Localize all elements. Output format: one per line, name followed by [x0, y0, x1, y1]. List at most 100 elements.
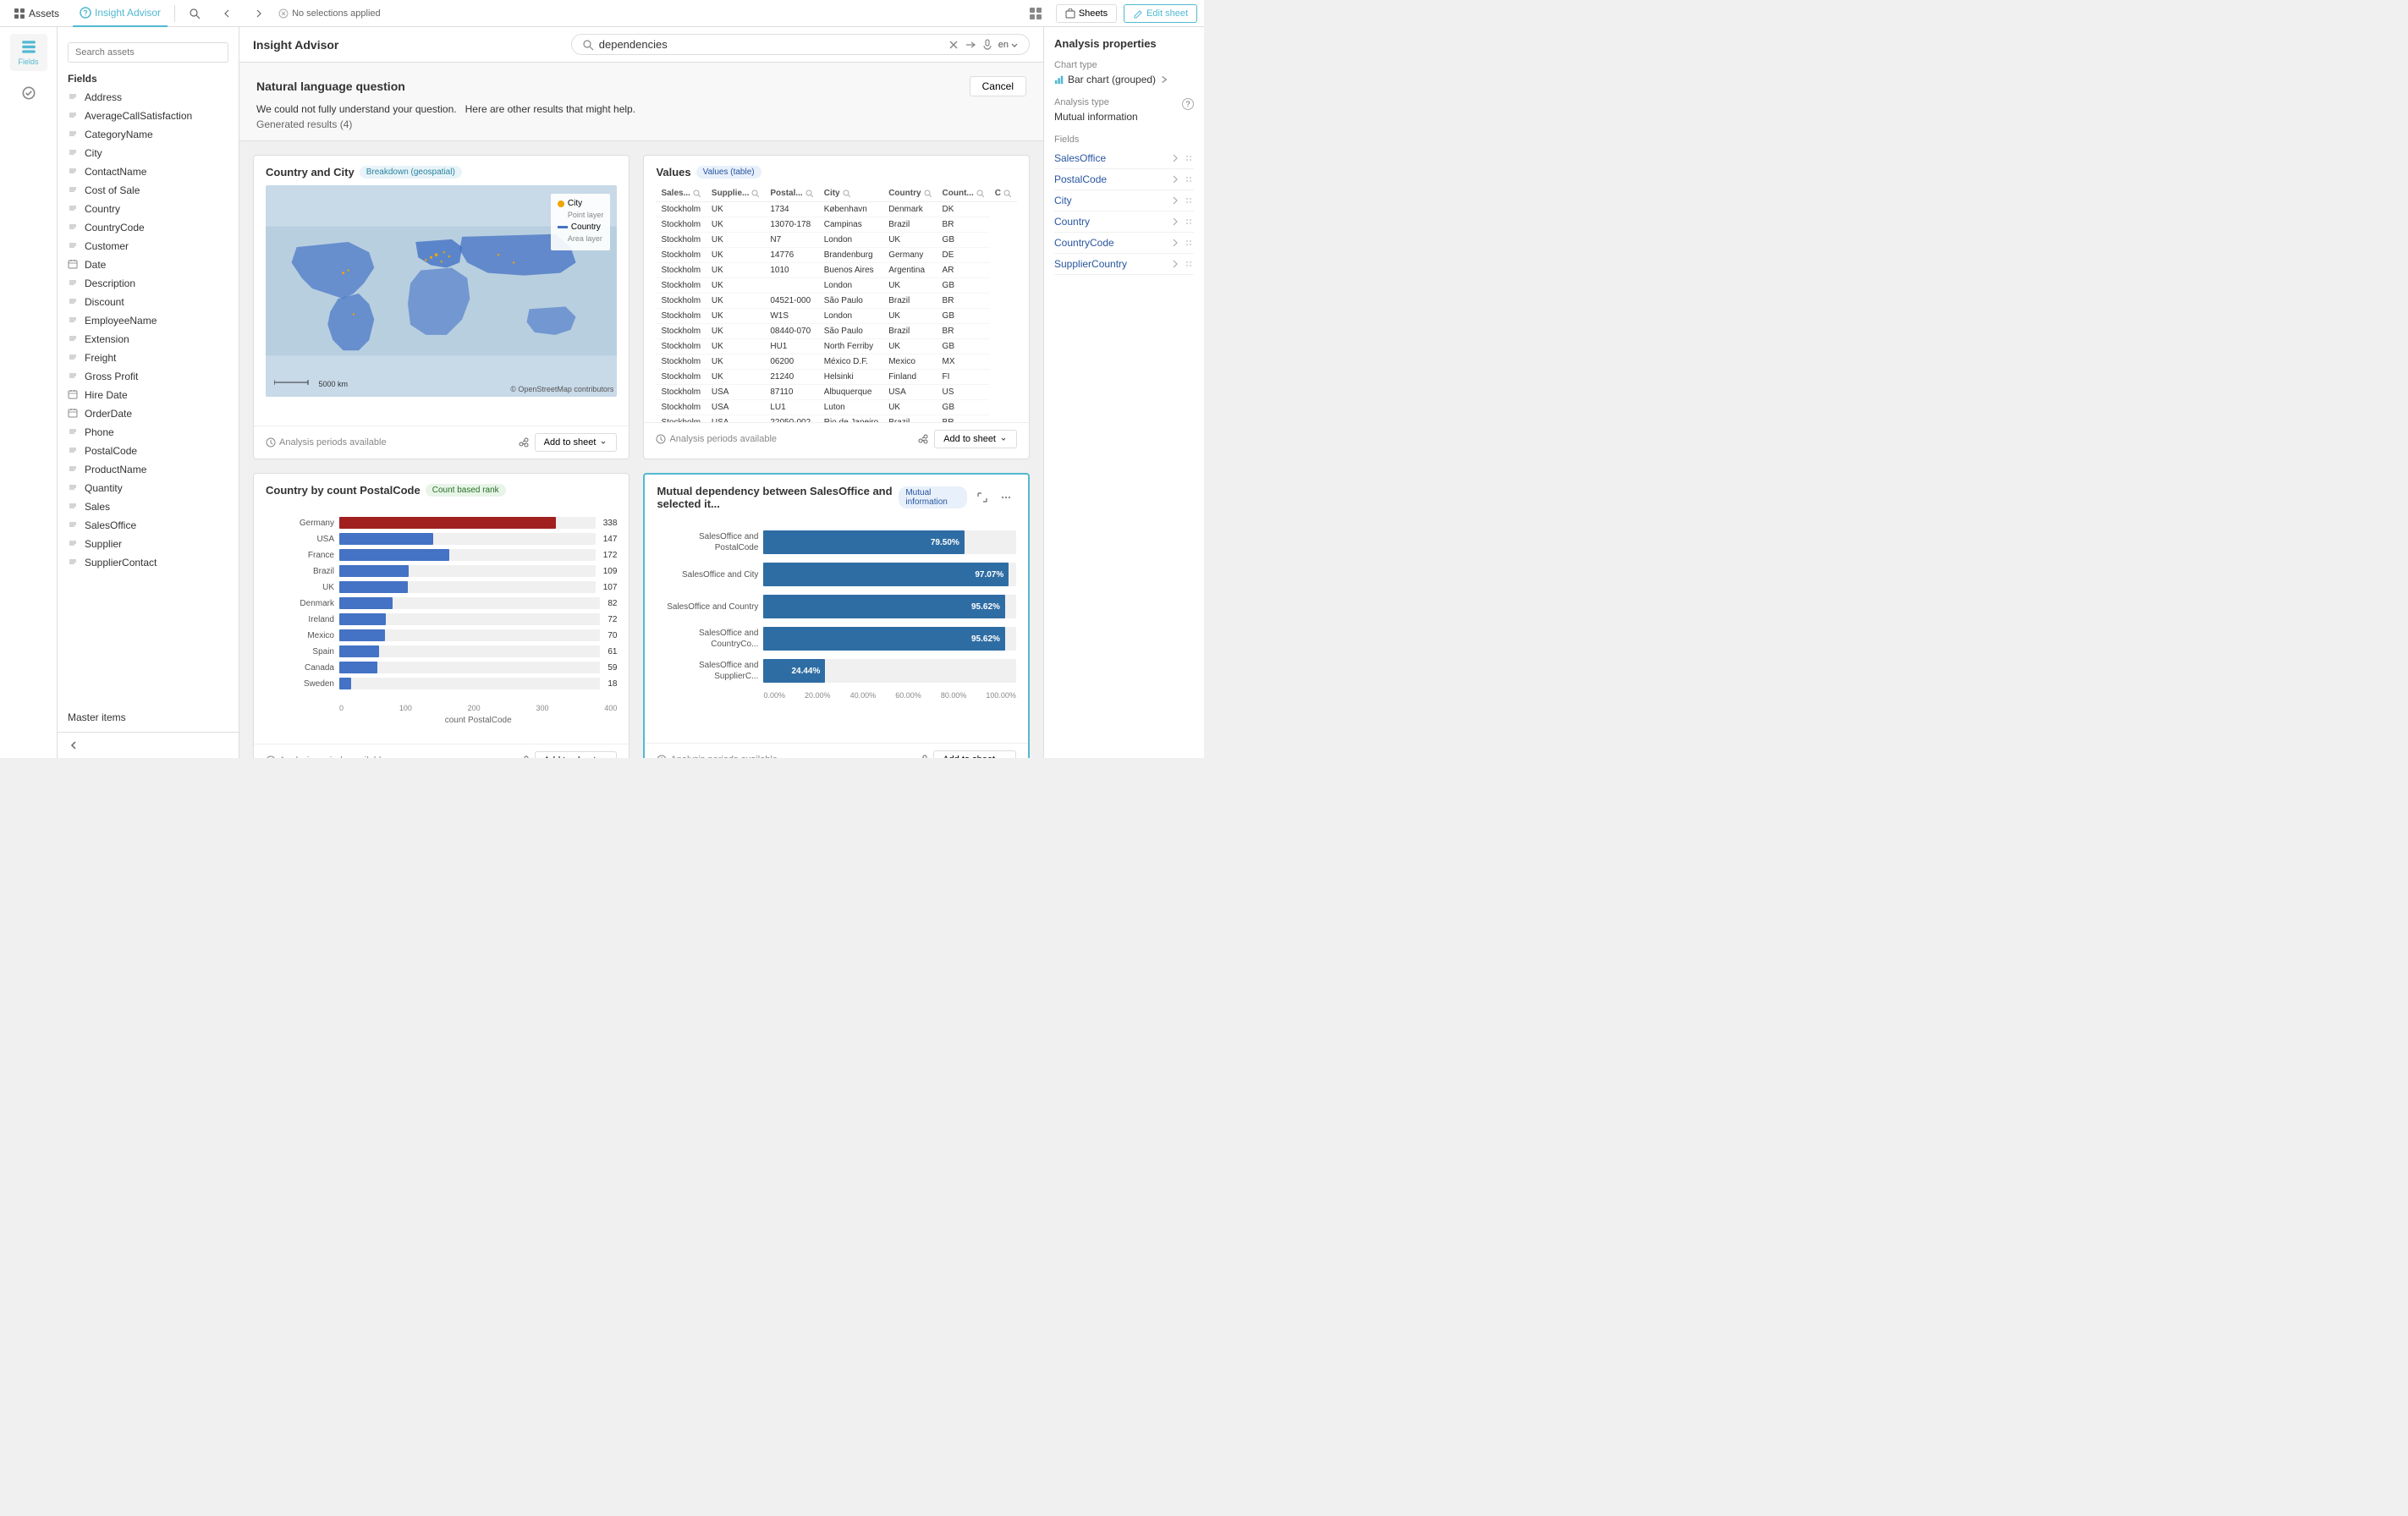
- field-item-extension[interactable]: Extension: [58, 330, 239, 349]
- field-item-supplier[interactable]: Supplier: [58, 535, 239, 553]
- field-item-address[interactable]: Address: [58, 88, 239, 107]
- table-cell: Stockholm: [656, 294, 706, 309]
- table-cell: UK: [706, 263, 765, 278]
- field-item-postalcode[interactable]: PostalCode: [58, 442, 239, 460]
- nav-forward[interactable]: [246, 0, 272, 27]
- help-icon[interactable]: ?: [1182, 98, 1194, 110]
- clear-icon[interactable]: [948, 39, 959, 51]
- drag-handle-icon[interactable]: [1184, 195, 1194, 206]
- chart3-add-to-sheet-btn[interactable]: Add to sheet: [535, 751, 618, 758]
- chart2-footer: Analysis periods available Add to sheet: [644, 422, 1029, 455]
- bar-track: [339, 662, 600, 673]
- chart1-analysis-periods: Analysis periods available: [266, 437, 387, 448]
- col-search-icon[interactable]: [693, 190, 701, 198]
- field-item-gross-profit[interactable]: Gross Profit: [58, 367, 239, 386]
- submit-icon[interactable]: [965, 39, 976, 51]
- search-assets-input[interactable]: [68, 42, 228, 63]
- field-item-description[interactable]: Description: [58, 274, 239, 293]
- chart2-add-to-sheet-btn[interactable]: Add to sheet: [934, 430, 1017, 448]
- field-item-discount[interactable]: Discount: [58, 293, 239, 311]
- field-item-city[interactable]: City: [58, 144, 239, 162]
- insight-advisor-nav[interactable]: Insight Advisor: [73, 0, 168, 27]
- chart3-share-icon[interactable]: [518, 755, 530, 758]
- col-header-4: Country: [883, 185, 937, 202]
- field-item-date[interactable]: Date: [58, 255, 239, 274]
- expand-icon[interactable]: [972, 487, 992, 508]
- rp-field-item-country[interactable]: Country: [1054, 211, 1194, 233]
- drag-handle-icon[interactable]: [1184, 153, 1194, 163]
- analysis-type-value: Mutual information: [1054, 111, 1194, 123]
- language-selector[interactable]: en: [998, 40, 1019, 50]
- field-item-country[interactable]: Country: [58, 200, 239, 218]
- fields-label: Fields: [1054, 135, 1194, 145]
- field-item-sales[interactable]: Sales: [58, 497, 239, 516]
- table-row: StockholmUK04521-000São PauloBrazilBR: [656, 294, 1017, 309]
- field-item-employeename[interactable]: EmployeeName: [58, 311, 239, 330]
- grid-view-btn[interactable]: [1022, 0, 1049, 27]
- table-row: StockholmUSALU1LutonUKGB: [656, 400, 1017, 415]
- insight-header: Insight Advisor dependencies en: [239, 27, 1043, 63]
- collapse-panel-btn[interactable]: [58, 732, 239, 758]
- field-item-contactname[interactable]: ContactName: [58, 162, 239, 181]
- field-item-countrycode[interactable]: CountryCode: [58, 218, 239, 237]
- sidebar-fields-icon[interactable]: Fields: [10, 34, 47, 71]
- edit-sheet-btn[interactable]: Edit sheet: [1124, 4, 1197, 23]
- col-search-icon[interactable]: [751, 190, 760, 198]
- drag-handle-icon[interactable]: [1184, 217, 1194, 227]
- field-text-icon: [68, 184, 80, 196]
- chart1-share-icon[interactable]: [518, 437, 530, 448]
- master-items-link[interactable]: Master items: [58, 703, 239, 732]
- col-search-icon[interactable]: [924, 190, 932, 198]
- field-item-hire-date[interactable]: Hire Date: [58, 386, 239, 404]
- field-item-suppliercontact[interactable]: SupplierContact: [58, 553, 239, 572]
- col-search-icon[interactable]: [1003, 190, 1012, 198]
- chart1-add-to-sheet-btn[interactable]: Add to sheet: [535, 433, 618, 452]
- rp-field-item-salesoffice[interactable]: SalesOffice: [1054, 148, 1194, 169]
- sheets-btn[interactable]: Sheets: [1056, 4, 1117, 23]
- col-search-icon[interactable]: [843, 190, 851, 198]
- main-content: Insight Advisor dependencies en N: [239, 27, 1043, 758]
- field-item-customer[interactable]: Customer: [58, 237, 239, 255]
- mic-icon[interactable]: [981, 39, 993, 51]
- bar-track: [339, 549, 596, 561]
- field-item-quantity[interactable]: Quantity: [58, 479, 239, 497]
- mi-chart: SalesOffice and PostalCode 79.50% SalesO…: [657, 524, 1016, 683]
- mi-row: SalesOffice and CountryCo... 95.62%: [657, 627, 1016, 651]
- table-cell: USA: [706, 415, 765, 423]
- chart-type-value[interactable]: Bar chart (grouped): [1054, 74, 1194, 85]
- chart4-add-to-sheet-btn[interactable]: Add to sheet: [933, 750, 1016, 758]
- table-cell: [765, 278, 818, 294]
- field-item-salesoffice[interactable]: SalesOffice: [58, 516, 239, 535]
- drag-handle-icon[interactable]: [1184, 238, 1194, 248]
- rp-field-item-city[interactable]: City: [1054, 190, 1194, 211]
- assets-nav[interactable]: Assets: [7, 0, 66, 27]
- drag-handle-icon[interactable]: [1184, 174, 1194, 184]
- chart4-footer: Analysis periods available Add to sheet: [645, 743, 1028, 758]
- field-item-productname[interactable]: ProductName: [58, 460, 239, 479]
- table-cell: Stockholm: [656, 354, 706, 370]
- chevron-right-small-icon: [1170, 174, 1180, 184]
- field-item-phone[interactable]: Phone: [58, 423, 239, 442]
- rp-field-item-countrycode[interactable]: CountryCode: [1054, 233, 1194, 254]
- field-item-freight[interactable]: Freight: [58, 349, 239, 367]
- chart2-share-icon[interactable]: [917, 433, 929, 445]
- field-item-averagecallsatisfaction[interactable]: AverageCallSatisfaction: [58, 107, 239, 125]
- drag-handle-icon[interactable]: [1184, 259, 1194, 269]
- nav-analyze[interactable]: [182, 0, 207, 27]
- cancel-button[interactable]: Cancel: [970, 76, 1026, 96]
- rp-field-item-postalcode[interactable]: PostalCode: [1054, 169, 1194, 190]
- sidebar-master-icon[interactable]: [10, 74, 47, 112]
- more-options-icon[interactable]: [996, 487, 1016, 508]
- rp-field-item-suppliercountry[interactable]: SupplierCountry: [1054, 254, 1194, 275]
- search-input[interactable]: dependencies: [599, 38, 937, 51]
- col-search-icon[interactable]: [805, 190, 814, 198]
- field-item-categoryname[interactable]: CategoryName: [58, 125, 239, 144]
- bar-label: Germany: [288, 519, 334, 528]
- analysis-type-section: Analysis type ? Mutual information: [1054, 97, 1194, 123]
- nav-back[interactable]: [214, 0, 239, 27]
- field-item-cost-of-sale[interactable]: Cost of Sale: [58, 181, 239, 200]
- bar-row: Mexico 70: [288, 629, 617, 641]
- field-item-orderdate[interactable]: OrderDate: [58, 404, 239, 423]
- chart4-share-icon[interactable]: [916, 754, 928, 758]
- col-search-icon[interactable]: [976, 190, 985, 198]
